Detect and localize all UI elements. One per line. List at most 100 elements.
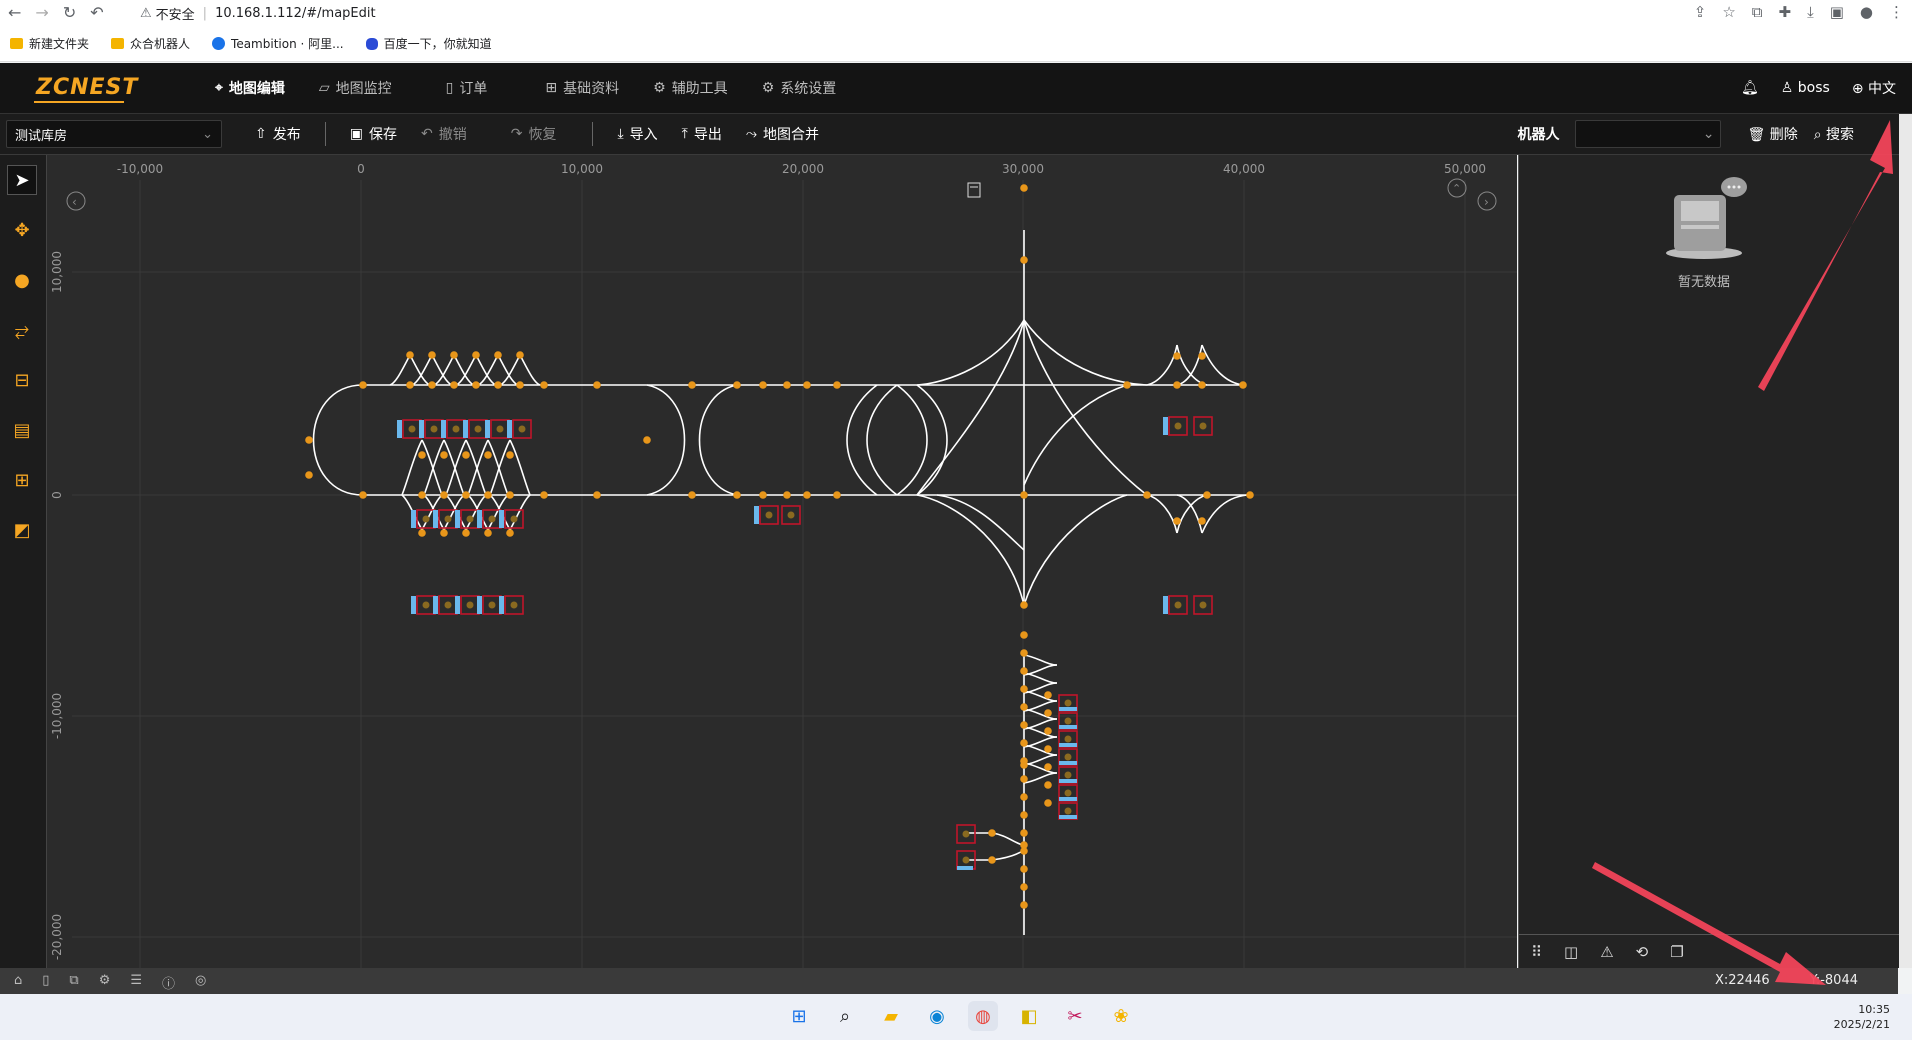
undo-button[interactable]: ↶ 撤销	[421, 124, 467, 144]
map-node[interactable]	[1239, 381, 1247, 389]
export-button[interactable]: ⤒ 导出	[682, 124, 722, 144]
merge-map-button[interactable]: ⤳ 地图合并	[746, 124, 819, 144]
map-node[interactable]	[593, 491, 601, 499]
view-status-icon[interactable]: ◎	[195, 973, 206, 992]
map-node[interactable]	[593, 381, 601, 389]
map-node[interactable]	[988, 856, 996, 864]
map-node[interactable]	[1020, 739, 1028, 747]
map-node[interactable]	[688, 381, 696, 389]
map-node[interactable]	[484, 529, 492, 537]
map-node[interactable]	[418, 451, 426, 459]
map-node[interactable]	[440, 451, 448, 459]
map-node[interactable]	[450, 381, 458, 389]
map-node[interactable]	[833, 491, 841, 499]
map-node[interactable]	[1020, 649, 1028, 657]
map-node[interactable]	[1044, 781, 1052, 789]
robot-select[interactable]: ⌄	[1575, 120, 1722, 148]
bookmark-item[interactable]: 新建文件夹	[10, 35, 89, 52]
map-node[interactable]	[484, 451, 492, 459]
map-node[interactable]	[1020, 865, 1028, 873]
import-button[interactable]: ⤓ 导入	[617, 124, 657, 144]
map-node[interactable]	[1020, 841, 1028, 849]
map-node[interactable]	[440, 529, 448, 537]
share-icon[interactable]: ⇪	[1694, 3, 1707, 21]
nav-map-edit[interactable]: ⌖ 地图编辑	[215, 63, 285, 113]
map-node[interactable]	[1020, 793, 1028, 801]
path-tool-icon[interactable]: ⥂	[7, 315, 37, 345]
map-node[interactable]	[472, 351, 480, 359]
map-node[interactable]	[305, 436, 313, 444]
map-node[interactable]	[733, 381, 741, 389]
map-node[interactable]	[1198, 381, 1206, 389]
address-bar[interactable]: ⚠ 不安全 | 10.168.1.112/#/mapEdit	[140, 2, 1660, 24]
map-node[interactable]	[462, 491, 470, 499]
snipping-tool-icon[interactable]: ✂	[1060, 1001, 1090, 1031]
sidepanel-icon[interactable]: ▣	[1830, 3, 1844, 21]
search-icon[interactable]: ⌕	[830, 1001, 860, 1031]
save-button[interactable]: ▣ 保存	[350, 124, 397, 144]
map-node[interactable]	[1173, 352, 1181, 360]
profile-icon[interactable]: ●	[1860, 3, 1873, 21]
nav-basic-data[interactable]: ⊞ 基础资料	[545, 63, 619, 113]
map-node[interactable]	[406, 351, 414, 359]
map-node[interactable]	[418, 491, 426, 499]
map-node[interactable]	[428, 351, 436, 359]
robot-status-icon[interactable]: ⌂	[14, 973, 22, 992]
map-node[interactable]	[988, 829, 996, 837]
map-node[interactable]	[1020, 601, 1028, 609]
url-text[interactable]: 10.168.1.112/#/mapEdit	[215, 6, 376, 21]
map-node[interactable]	[494, 381, 502, 389]
warning-triangle-icon[interactable]: ⚠	[1600, 943, 1613, 961]
map-node[interactable]	[506, 451, 514, 459]
map-node[interactable]	[1123, 381, 1131, 389]
grid-icon[interactable]: ⠿	[1531, 943, 1542, 961]
map-node[interactable]	[516, 381, 524, 389]
map-node[interactable]	[1020, 775, 1028, 783]
nav-map-monitor[interactable]: ▱ 地图监控	[319, 63, 392, 113]
map-node[interactable]	[1020, 829, 1028, 837]
bookmark-item[interactable]: 百度一下，你就知道	[365, 35, 492, 52]
bookmark-item[interactable]: 众合机器人	[111, 35, 190, 52]
search-button[interactable]: ⌕ 搜索	[1814, 124, 1854, 144]
map-node[interactable]	[1020, 685, 1028, 693]
map-node[interactable]	[440, 491, 448, 499]
download-icon[interactable]: ⤓	[1807, 3, 1814, 21]
map-node[interactable]	[1020, 703, 1028, 711]
map-node[interactable]	[759, 381, 767, 389]
map-node[interactable]	[1044, 763, 1052, 771]
map-node[interactable]	[462, 451, 470, 459]
point-tool-icon[interactable]: ●	[7, 265, 37, 295]
map-node[interactable]	[1020, 883, 1028, 891]
map-node[interactable]	[359, 381, 367, 389]
layers-status-icon[interactable]: ⧉	[69, 973, 78, 992]
copy-icon[interactable]: ❐	[1670, 943, 1683, 961]
reload-icon[interactable]: ↻	[63, 3, 76, 22]
bell-icon[interactable]: 🔔︎	[1741, 80, 1759, 96]
map-node[interactable]	[418, 529, 426, 537]
map-node[interactable]	[1173, 381, 1181, 389]
map-node[interactable]	[803, 381, 811, 389]
rotate-icon[interactable]: ⟲	[1636, 943, 1649, 961]
map-node[interactable]	[406, 381, 414, 389]
map-node[interactable]	[783, 381, 791, 389]
menu-icon[interactable]: ⋮	[1889, 3, 1904, 21]
map-node[interactable]	[462, 529, 470, 537]
back-icon[interactable]: ←	[8, 3, 21, 22]
windows-start-icon[interactable]: ⊞	[784, 1001, 814, 1031]
list-status-icon[interactable]: ☰	[130, 973, 142, 992]
map-node[interactable]	[1020, 667, 1028, 675]
info-status-icon[interactable]: ⓘ	[162, 973, 175, 992]
map-node[interactable]	[1044, 799, 1052, 807]
map-canvas[interactable]: -10,000 0 10,000 20,000 30,000 40,000 50…	[47, 155, 1517, 968]
map-node[interactable]	[1203, 491, 1211, 499]
map-node[interactable]	[1020, 811, 1028, 819]
bookmark-item[interactable]: Teambition · 阿里...	[212, 35, 344, 52]
map-node[interactable]	[1020, 184, 1028, 192]
settings-status-icon[interactable]: ⚙	[99, 973, 111, 992]
map-node[interactable]	[1198, 517, 1206, 525]
map-node[interactable]	[643, 436, 651, 444]
warehouse-select[interactable]: 测试库房 ⌄	[6, 120, 222, 148]
forward-icon[interactable]: →	[35, 3, 48, 22]
file-explorer-icon[interactable]: ▰	[876, 1001, 906, 1031]
nav-orders[interactable]: ▯ 订单	[446, 63, 488, 113]
